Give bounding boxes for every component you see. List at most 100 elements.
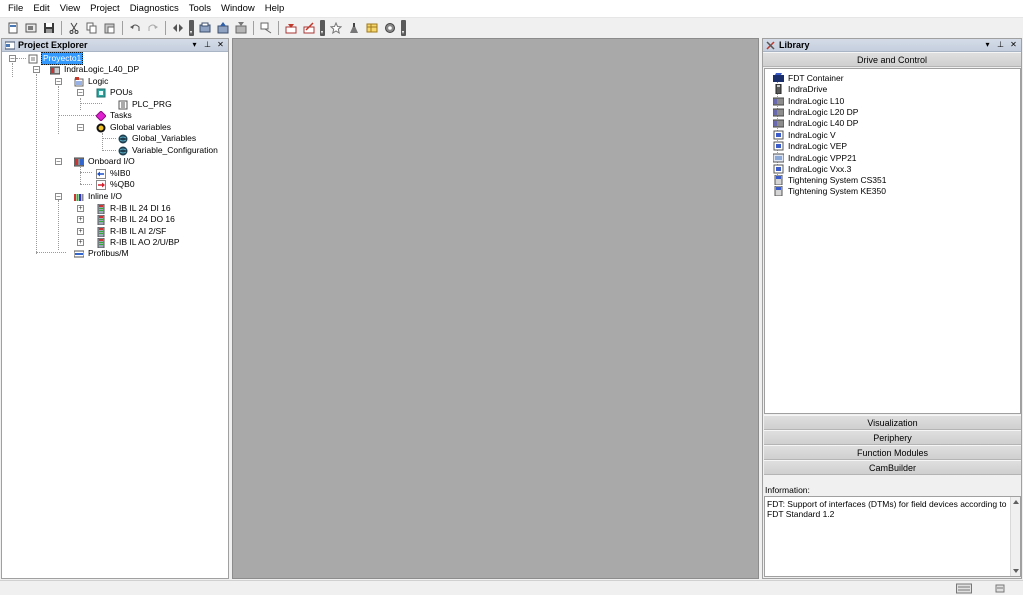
expander-collapse[interactable]: – xyxy=(55,158,62,165)
tree-node-label: %QB0 xyxy=(110,179,135,189)
library-item-fdt-container[interactable]: FDT Container xyxy=(773,72,844,83)
tree-node-label: R-IB IL AI 2/SF xyxy=(110,226,167,236)
tree-node-global-variables-item[interactable]: Global_Variables xyxy=(118,133,197,144)
library-item-indralogic-l40-dp[interactable]: IndraLogic L40 DP xyxy=(773,117,858,128)
expander-collapse[interactable]: – xyxy=(77,124,84,131)
expander-expand[interactable]: + xyxy=(77,239,84,246)
download-icon[interactable] xyxy=(234,21,248,35)
expander-collapse[interactable]: – xyxy=(33,66,40,73)
tree-node-tasks[interactable]: Tasks xyxy=(96,110,133,121)
tree-node-ib0[interactable]: %IB0 xyxy=(96,168,131,179)
menu-project[interactable]: Project xyxy=(85,0,125,18)
library-item-label: IndraLogic L10 xyxy=(788,95,845,106)
import-icon[interactable] xyxy=(284,21,298,35)
expander-expand[interactable]: + xyxy=(77,216,84,223)
section-drive-and-control[interactable]: Drive and Control xyxy=(763,52,1021,67)
tree-node-inline-module[interactable]: R-IB IL 24 DO 16 xyxy=(96,214,176,225)
library-panel: Library ▾ ⊥ ✕ Drive and Control FDT Cont… xyxy=(762,38,1022,579)
tree-node-onboard-io[interactable]: Onboard I/O xyxy=(74,156,136,167)
library-item-tightening-cs351[interactable]: Tightening System CS351 xyxy=(773,174,886,185)
undo-icon[interactable] xyxy=(128,21,142,35)
cut-icon[interactable] xyxy=(67,21,81,35)
section-cambuilder[interactable]: CamBuilder xyxy=(764,460,1021,475)
expander-collapse[interactable]: – xyxy=(55,193,62,200)
library-item-indralogic-v[interactable]: IndraLogic V xyxy=(773,129,836,140)
section-function-modules[interactable]: Function Modules xyxy=(764,445,1021,460)
settings-icon[interactable] xyxy=(383,21,397,35)
export-icon[interactable] xyxy=(302,21,316,35)
tree-node-pous[interactable]: POUs xyxy=(96,87,134,98)
scroll-up-icon[interactable] xyxy=(1013,500,1019,504)
expander-collapse[interactable]: – xyxy=(77,89,84,96)
library-item-label: IndraLogic VEP xyxy=(788,140,848,151)
paste-icon[interactable] xyxy=(103,21,117,35)
library-item-indralogic-l20-dp[interactable]: IndraLogic L20 DP xyxy=(773,106,858,117)
menu-window[interactable]: Window xyxy=(216,0,260,18)
information-scrollbar[interactable] xyxy=(1010,497,1020,576)
expander-collapse[interactable]: – xyxy=(55,78,62,85)
tree-node-inline-io[interactable]: Inline I/O xyxy=(74,191,123,202)
tree-node-plc-prg[interactable]: PLC_PRG xyxy=(118,99,173,110)
tree-node-inline-module[interactable]: R-IB IL AO 2/U/BP xyxy=(96,237,181,248)
module-icon xyxy=(97,214,105,225)
menu-view[interactable]: View xyxy=(55,0,85,18)
chevron-down-icon[interactable]: ▾ xyxy=(983,40,992,50)
tree-connector xyxy=(58,115,96,116)
scroll-down-icon[interactable] xyxy=(1013,569,1019,573)
controller-icon xyxy=(773,97,784,105)
close-icon[interactable]: ✕ xyxy=(1009,40,1018,50)
new-project-icon[interactable] xyxy=(6,21,20,35)
chevron-down-icon[interactable]: ▾ xyxy=(190,40,199,50)
expander-expand[interactable]: + xyxy=(77,205,84,212)
toolbar-overflow-icon[interactable] xyxy=(320,20,325,36)
tree-connector xyxy=(80,98,81,110)
library-item-indralogic-vpp21[interactable]: IndraLogic VPP21 xyxy=(773,152,857,163)
close-icon[interactable]: ✕ xyxy=(216,40,225,50)
expander-expand[interactable]: + xyxy=(77,228,84,235)
library-item-tightening-ke350[interactable]: Tightening System KE350 xyxy=(773,185,886,196)
tree-connector xyxy=(16,58,26,59)
section-visualization[interactable]: Visualization xyxy=(764,415,1021,430)
favorite-icon[interactable] xyxy=(329,21,343,35)
tree-node-controller[interactable]: IndraLogic_L40_DP xyxy=(50,64,140,75)
library-item-indralogic-vep[interactable]: IndraLogic VEP xyxy=(773,140,847,151)
tree-node-label: Variable_Configuration xyxy=(132,145,218,155)
library-item-indralogic-vxx3[interactable]: IndraLogic Vxx.3 xyxy=(773,163,851,174)
toolbar-overflow-icon[interactable] xyxy=(189,20,194,36)
tree-node-project[interactable]: Proyecto1 xyxy=(28,52,84,65)
copy-icon[interactable] xyxy=(85,21,99,35)
upload-icon[interactable] xyxy=(216,21,230,35)
pin-icon[interactable]: ⊥ xyxy=(996,40,1005,50)
section-periphery[interactable]: Periphery xyxy=(764,430,1021,445)
device-icon[interactable] xyxy=(198,21,212,35)
open-project-icon[interactable] xyxy=(24,21,38,35)
tools-icon[interactable] xyxy=(347,21,361,35)
table-icon[interactable] xyxy=(365,21,379,35)
tree-node-inline-module[interactable]: R-IB IL AI 2/SF xyxy=(96,226,167,237)
tree-node-variable-configuration[interactable]: Variable_Configuration xyxy=(118,145,219,156)
tree-node-qb0[interactable]: %QB0 xyxy=(96,179,136,190)
tree-node-profibus[interactable]: Profibus/M xyxy=(74,248,130,259)
tree-node-global-variables[interactable]: Global variables xyxy=(96,122,172,133)
network-scan-icon[interactable] xyxy=(259,21,273,35)
editor-workspace[interactable] xyxy=(232,38,759,579)
compare-icon[interactable] xyxy=(171,21,185,35)
menu-edit[interactable]: Edit xyxy=(28,0,54,18)
tree-node-logic[interactable]: Logic xyxy=(74,76,109,87)
menu-diagnostics[interactable]: Diagnostics xyxy=(125,0,184,18)
library-item-indradrive[interactable]: IndraDrive xyxy=(773,83,827,94)
menu-tools[interactable]: Tools xyxy=(184,0,216,18)
toolbar-separator xyxy=(122,21,123,35)
library-item-indralogic-l10[interactable]: IndraLogic L10 xyxy=(773,95,844,106)
controller-icon xyxy=(773,119,784,127)
menu-file[interactable]: File xyxy=(3,0,28,18)
tools-icon xyxy=(766,40,775,50)
save-icon[interactable] xyxy=(42,21,56,35)
expander-collapse[interactable]: – xyxy=(9,55,16,62)
redo-icon[interactable] xyxy=(146,21,160,35)
library-item-label: IndraDrive xyxy=(788,83,828,94)
pin-icon[interactable]: ⊥ xyxy=(203,40,212,50)
tree-node-inline-module[interactable]: R-IB IL 24 DI 16 xyxy=(96,203,172,214)
menu-help[interactable]: Help xyxy=(260,0,290,18)
toolbar-overflow-icon[interactable] xyxy=(401,20,406,36)
